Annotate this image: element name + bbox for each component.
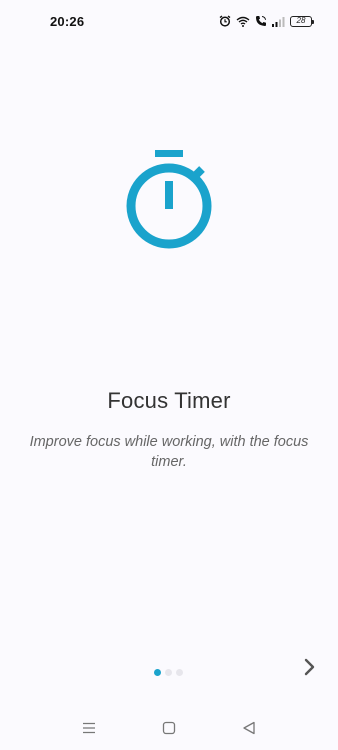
- status-icons: 28: [219, 13, 314, 29]
- back-icon: [242, 721, 256, 740]
- page-indicator: [154, 669, 183, 676]
- battery-icon: 28: [290, 15, 314, 27]
- nav-menu-button[interactable]: [79, 720, 99, 740]
- nav-back-button[interactable]: [239, 720, 259, 740]
- page-dot-active[interactable]: [154, 669, 161, 676]
- menu-icon: [82, 721, 96, 739]
- page-title: Focus Timer: [107, 388, 231, 413]
- alarm-icon: [219, 15, 231, 27]
- nav-home-button[interactable]: [159, 720, 179, 740]
- page-description: Improve focus while working, with the fo…: [29, 434, 309, 470]
- signal-icon: [272, 16, 285, 27]
- call-icon: [255, 15, 267, 27]
- page-dot[interactable]: [165, 669, 172, 676]
- system-nav-bar: [0, 710, 338, 750]
- stopwatch-icon: [120, 146, 220, 252]
- next-button[interactable]: [296, 656, 322, 682]
- home-icon: [162, 721, 176, 740]
- page-dot[interactable]: [176, 669, 183, 676]
- status-time: 20:26: [50, 14, 85, 29]
- wifi-icon: [236, 16, 250, 27]
- chevron-right-icon: [302, 658, 316, 681]
- status-bar: 20:26 28: [0, 0, 338, 44]
